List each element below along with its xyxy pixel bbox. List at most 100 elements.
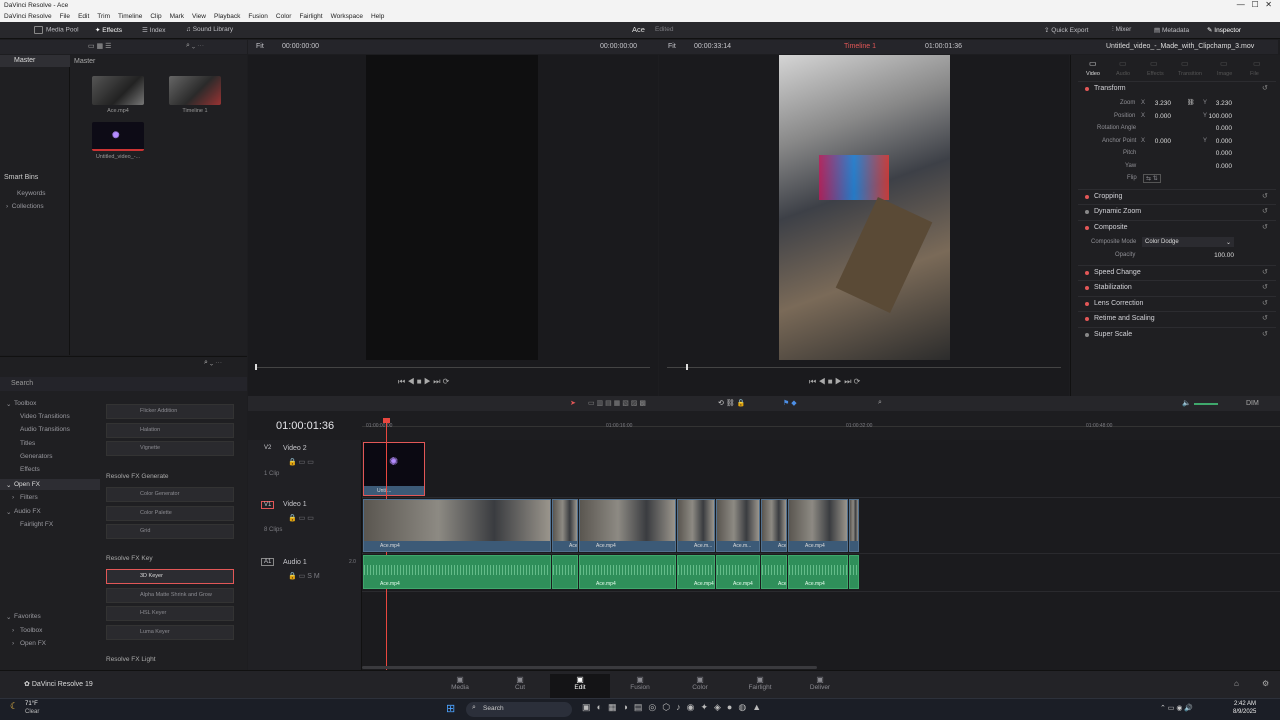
a1-clip[interactable]	[552, 555, 578, 589]
fx-3d-keyer[interactable]: 3D Keyer	[106, 569, 234, 584]
opacity-value[interactable]: 100.00	[1206, 252, 1234, 259]
section-enabled-dot[interactable]	[1085, 210, 1089, 214]
reset-icon[interactable]: ↺	[1262, 283, 1268, 291]
fx-alpha-matte-shrink-and-grow[interactable]: Alpha Matte Shrink and Grow	[106, 587, 234, 603]
favorites-chevron-icon[interactable]: ⌄	[6, 613, 11, 621]
bin-master[interactable]: Master	[14, 57, 35, 64]
reset-icon[interactable]: ↺	[1262, 192, 1268, 200]
track-v2-id[interactable]: V2	[264, 445, 271, 451]
system-tray-icons[interactable]: ⌃ ▭ ◉ 🔊	[1160, 704, 1193, 712]
v1-clip[interactable]: Ace.mp4	[788, 499, 848, 552]
timeline-scrollbar[interactable]	[362, 666, 817, 669]
a1-clip[interactable]: Ace.mp4	[363, 555, 551, 589]
page-tab-fairlight[interactable]: ▣ Fairlight	[730, 674, 790, 691]
position-y-value[interactable]: 100.000	[1204, 113, 1233, 120]
page-tab-fusion[interactable]: ▣ Fusion	[610, 674, 670, 691]
fx-tree-favorites[interactable]: Favorites	[14, 613, 41, 620]
flag-icon[interactable]: ⚑ ◆	[783, 399, 797, 407]
quick-export-button[interactable]: ⇪ Quick Export	[1044, 26, 1088, 34]
fx-tree-filters[interactable]: Filters	[20, 494, 38, 501]
fx-halation[interactable]: Halation	[106, 422, 234, 438]
anchor-y-value[interactable]: 0.000	[1204, 138, 1232, 145]
program-playhead[interactable]	[686, 364, 688, 370]
v1-clip[interactable]: Ace.m...	[677, 499, 715, 552]
position-x-value[interactable]: 0.000	[1143, 113, 1171, 120]
clock-time[interactable]: 2:42 AM	[1234, 701, 1256, 707]
fx-hsl-keyer[interactable]: HSL Keyer	[106, 606, 234, 621]
toolbox-chevron-icon[interactable]: ⌄	[6, 400, 11, 408]
index-button[interactable]: ☰ Index	[142, 26, 166, 34]
fx-tree-audio-transitions[interactable]: Audio Transitions	[20, 426, 70, 433]
a1-clip[interactable]	[849, 555, 859, 589]
a1-clip[interactable]: Ace.mp4	[788, 555, 848, 589]
section-enabled-dot[interactable]	[1085, 286, 1089, 290]
reset-icon[interactable]: ↺	[1262, 84, 1268, 92]
menu-item-help[interactable]: Help	[367, 11, 388, 22]
reset-icon[interactable]: ↺	[1262, 314, 1268, 322]
fx-tree-toolbox[interactable]: Toolbox	[14, 400, 36, 407]
inspector-button[interactable]: ✎ Inspector	[1207, 26, 1241, 34]
page-tab-deliver[interactable]: ▣ Deliver	[790, 674, 850, 691]
section-enabled-dot[interactable]	[1085, 317, 1089, 321]
inspector-tab-image[interactable]: Image	[1217, 71, 1232, 77]
menu-item-clip[interactable]: Clip	[146, 11, 165, 22]
fx-luma-keyer[interactable]: Luma Keyer	[106, 624, 234, 640]
track-a1-id[interactable]: A1	[261, 558, 275, 566]
source-transport-controls[interactable]: ⏮ ◀ ■ ▶ ⏭ ⟳	[398, 377, 449, 387]
source-fit[interactable]: Fit	[256, 43, 264, 50]
volume-icon[interactable]: 🔈	[1182, 399, 1191, 407]
fx-vignette[interactable]: Vignette	[106, 441, 234, 456]
menu-item-edit[interactable]: Edit	[74, 11, 93, 22]
taskbar-search[interactable]: ⌕ Search	[466, 702, 572, 717]
mixer-button[interactable]: ⫶ Mixer	[1112, 26, 1131, 34]
clip-thumbnail-ace[interactable]	[92, 76, 144, 105]
anchor-x-value[interactable]: 0.000	[1143, 138, 1171, 145]
menu-item-fusion[interactable]: Fusion	[244, 11, 272, 22]
effects-search-input[interactable]: Search	[11, 380, 33, 387]
playhead-handle[interactable]	[383, 418, 390, 423]
inspector-section-dynamic-zoom[interactable]: Dynamic Zoom ↺	[1078, 204, 1276, 219]
inspector-section-speed-change[interactable]: Speed Change ↺	[1078, 265, 1276, 280]
zoom-icon[interactable]: ⌕	[878, 399, 882, 407]
menu-item-timeline[interactable]: Timeline	[114, 11, 146, 22]
clip-thumbnail-untitled[interactable]: ✺	[92, 122, 144, 151]
rotation-value[interactable]: 0.000	[1204, 125, 1232, 132]
audiofx-chevron-icon[interactable]: ⌄	[6, 508, 11, 516]
v1-clip[interactable]: Ace.m...	[552, 499, 578, 552]
timeline-selector[interactable]: Timeline 1	[844, 43, 876, 50]
composite-mode-dropdown[interactable]: Color Dodge ⌄	[1142, 237, 1234, 247]
inspector-section-lens-correction[interactable]: Lens Correction ↺	[1078, 296, 1276, 311]
weather-temp[interactable]: 71°F	[25, 701, 38, 707]
section-enabled-dot[interactable]	[1085, 226, 1089, 230]
fx-tree-titles[interactable]: Titles	[20, 440, 35, 447]
fx-grid[interactable]: Grid	[106, 524, 234, 539]
inspector-section-composite[interactable]: Composite ↺	[1078, 220, 1276, 235]
pitch-value[interactable]: 0.000	[1204, 150, 1232, 157]
reset-icon[interactable]: ↺	[1262, 207, 1268, 215]
v1-clip[interactable]	[849, 499, 859, 552]
a1-clip[interactable]: Ace.mp4	[677, 555, 715, 589]
menu-item-view[interactable]: View	[188, 11, 210, 22]
page-tab-media[interactable]: ▣ Media	[430, 674, 490, 691]
fx-flicker-addition[interactable]: Flicker Addition	[106, 404, 234, 419]
dim-button[interactable]: DIM	[1246, 400, 1259, 407]
menu-item-fairlight[interactable]: Fairlight	[295, 11, 326, 22]
link-icon[interactable]: ⛓	[1187, 99, 1195, 106]
menu-item-mark[interactable]: Mark	[166, 11, 188, 22]
home-icon[interactable]: ⌂	[1234, 679, 1239, 688]
section-enabled-dot[interactable]	[1085, 302, 1089, 306]
fx-tree-generators[interactable]: Generators	[20, 453, 53, 460]
inspector-tab-audio[interactable]: Audio	[1116, 71, 1130, 77]
menu-item-playback[interactable]: Playback	[210, 11, 244, 22]
menu-item-davinci-resolve[interactable]: DaVinci Resolve	[0, 11, 56, 22]
program-transport-controls[interactable]: ⏮ ◀ ■ ▶ ⏭ ⟳	[809, 377, 860, 387]
section-enabled-dot[interactable]	[1085, 195, 1089, 199]
v1-clip[interactable]: Ace.m...	[761, 499, 787, 552]
a1-clip[interactable]: Ace.mp4	[579, 555, 676, 589]
fav-chevron-icon[interactable]: ›	[12, 627, 14, 634]
metadata-button[interactable]: ▤ Metadata	[1154, 26, 1189, 34]
fav-chevron-icon[interactable]: ›	[12, 640, 14, 647]
effects-button[interactable]: ✦ Effects	[95, 26, 122, 34]
reset-icon[interactable]: ↺	[1262, 268, 1268, 276]
fx-tree-effects[interactable]: Effects	[20, 466, 40, 473]
